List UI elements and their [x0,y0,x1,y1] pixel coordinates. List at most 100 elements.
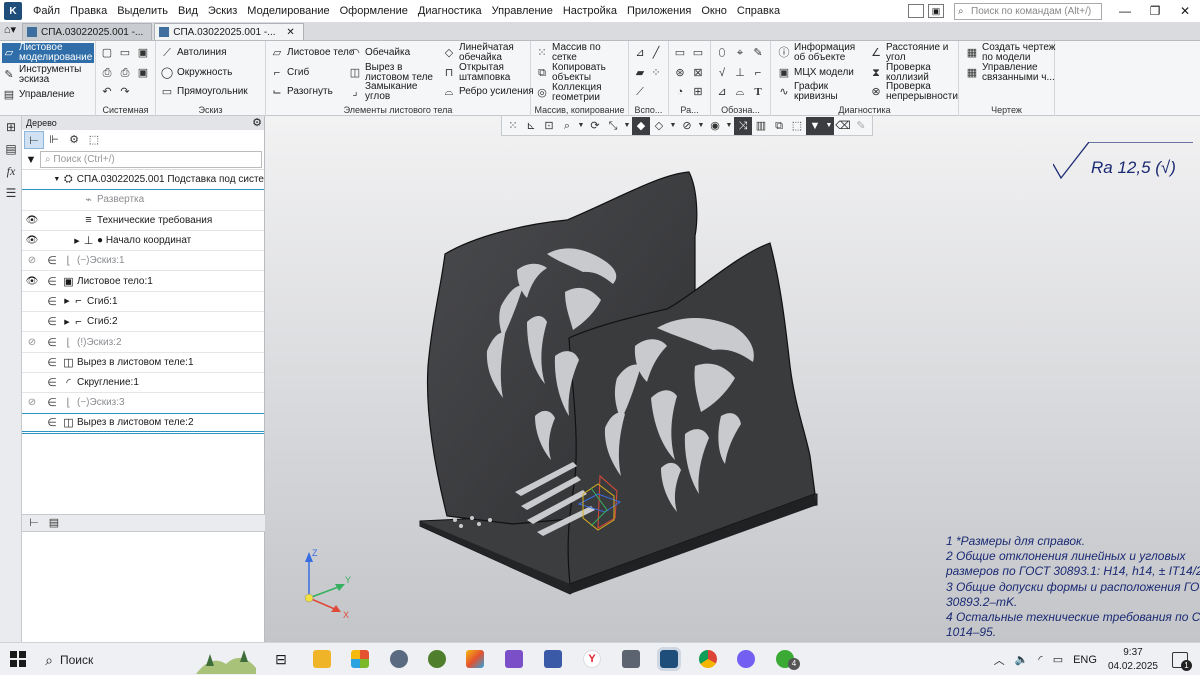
linked-drawings-button[interactable]: ▦ Управление связанными ч... [965,63,1056,83]
document-tab-2[interactable]: СПА.03022025.001 -... ✕ [154,23,304,40]
menu-sketch[interactable]: Эскиз [203,0,242,22]
microsoft-store-icon[interactable] [351,650,369,668]
open-file-icon[interactable]: ▭ [118,46,132,60]
rectangle-button[interactable]: ▭ Прямоугольник [160,85,248,99]
corner-closure-button[interactable]: ⌟ Замыкание углов [348,82,425,102]
tree-row[interactable]: ∈ ◫ Вырез в листовом теле:2 [22,414,264,434]
layout-toggle-icon[interactable]: ▣ [928,4,944,18]
3d-viewport[interactable]: ⁙ ⊾ ⊡ ⌕ ▼ ⟳ ⤡ ▼ ◆ ◇ ▼ ⊘ ▼ ◉ ▼ ⤨ ▥ ⧉ ⬚ ▼ … [265,116,1200,642]
menu-edit[interactable]: Правка [65,0,112,22]
tree-row[interactable]: 👁 ∈ ▣ Листовое тело:1 [22,271,264,292]
mass-properties-button[interactable]: ▣ МЦХ модели [777,66,854,80]
dimension-2-icon[interactable]: ▭ [691,46,705,60]
tree-row[interactable]: ⊘ ∈ ⌊ (−)Эскиз:1 [22,251,264,272]
curvature-graph-button[interactable]: ∿ График кривизны [777,82,850,102]
minimize-icon[interactable]: — [1110,0,1140,22]
print-preview-icon[interactable]: ⎙ [100,66,114,80]
eye-icon[interactable]: 👁 [22,235,42,246]
point-icon[interactable]: ⁘ [649,66,663,80]
copy-objects-button[interactable]: ⧉ Копировать объекты [535,63,622,83]
roughness-icon[interactable]: √ [715,66,729,80]
create-drawing-button[interactable]: ▦ Создать чертеж по модели [965,43,1056,63]
weld-icon[interactable]: ⊿ [715,85,729,99]
menu-diagnostics[interactable]: Диагностика [413,0,487,22]
menu-window[interactable]: Окно [696,0,732,22]
offset-plane-icon[interactable]: ▰ [633,66,647,80]
menu-applications[interactable]: Приложения [622,0,696,22]
document-tab-1[interactable]: СПА.03022025.001 -... [22,23,153,40]
line-icon[interactable]: ⟋ [633,85,647,99]
base-icon[interactable]: ⊥ [733,66,747,80]
eye-hidden-icon[interactable]: ⊘ [22,397,42,408]
kompas-app-icon[interactable] [657,647,681,671]
viber-icon[interactable] [737,650,755,668]
collapse-arrow-icon[interactable]: ▼ [52,176,62,183]
panel-toggle-icon[interactable] [908,4,924,18]
menu-select[interactable]: Выделить [112,0,173,22]
properties-panel-icon[interactable]: ▤ [0,138,22,160]
volume-icon[interactable]: 🔈 [1015,653,1029,666]
object-info-button[interactable]: ⓘ Информация об объекте [777,43,864,63]
tree-row[interactable]: ∈ ◫ Вырез в листовом теле:1 [22,353,264,373]
network-icon[interactable]: ◜ [1038,653,1042,666]
geometry-collection-button[interactable]: ◎ Коллекция геометрии [535,83,622,103]
chevron-up-icon[interactable]: ︿ [994,652,1005,668]
notifications-icon[interactable]: 1 [1172,651,1192,671]
print-icon[interactable]: ⎙ [118,66,132,80]
calculator-icon[interactable] [622,650,640,668]
eye-hidden-icon[interactable]: ⊘ [22,255,42,266]
chrome-icon[interactable] [699,650,717,668]
eye-icon[interactable]: 👁 [22,276,42,287]
windows-start-icon[interactable] [10,651,26,667]
tree-search-input[interactable]: ⌕ Поиск (Ctrl+/) [40,151,262,168]
save-app-icon[interactable] [544,650,562,668]
sheet-cut-button[interactable]: ◫ Вырез в листовом теле [348,63,445,83]
pen-icon[interactable]: ✎ [751,46,765,60]
structure-view-icon[interactable]: ⊢ [24,131,44,149]
open-stamping-button[interactable]: ⊓ Открытая штамповка [442,63,519,83]
variables-panel-icon[interactable]: fx [0,160,22,182]
mark-icon[interactable]: ⬯ [715,46,729,60]
menu-modeling[interactable]: Моделирование [242,0,334,22]
angular-dimension-icon[interactable]: ⊛ [673,66,687,80]
tree-row[interactable]: ∈ ◜ Скругление:1 [22,373,264,394]
camera-app-icon[interactable] [390,650,408,668]
eye-hidden-icon[interactable]: ⊘ [22,337,42,348]
properties-list-icon[interactable]: ▤ [44,514,64,532]
bend-button[interactable]: ⌐ Сгиб [270,66,309,80]
dimension-6-icon[interactable]: ⊞ [691,85,705,99]
mode-sheet-modeling[interactable]: ▱ Листовое моделирование [2,43,94,63]
tree-row[interactable]: 👁 ▶ ⊥ ● Начало координат [22,231,264,252]
dimension-4-icon[interactable]: ⊠ [691,66,705,80]
plane-icon[interactable]: ⊿ [633,46,647,60]
tree-panel-icon[interactable]: ⊞ [0,116,22,138]
file-explorer-icon[interactable] [313,650,331,668]
stiffener-button[interactable]: ⌓ Ребро усиления [442,85,534,99]
circle-button[interactable]: ◯ Окружность [160,66,232,80]
menu-view[interactable]: Вид [173,0,203,22]
unbend-button[interactable]: ⌙ Разогнуть [270,85,332,99]
tolerance-icon[interactable]: ⌓ [733,85,747,99]
tree-row[interactable]: ⊘ ∈ ⌊ (!)Эскиз:2 [22,332,264,353]
linear-dimension-icon[interactable]: ▭ [673,46,687,60]
autoline-button[interactable]: ⟋ Автолиния [160,46,226,60]
components-view-icon[interactable]: ⚙ [64,131,84,149]
input-language[interactable]: ENG [1073,654,1097,666]
distance-angle-button[interactable]: ∠ Расстояние и угол [869,43,956,63]
ruled-shell-button[interactable]: ◇ Линейчатая обечайка [442,43,519,63]
eye-icon[interactable]: 👁 [22,215,42,226]
mode-sketch-tools[interactable]: ✎ Инструменты эскиза [2,65,94,85]
axis-icon[interactable]: ╱ [649,46,663,60]
layers-panel-icon[interactable]: ☰ [0,182,22,204]
grid-array-button[interactable]: ⁙ Массив по сетке [535,43,622,63]
sequence-view-icon[interactable]: ⊩ [44,131,64,149]
sheet-body-button[interactable]: ▱ Листовое тело [270,46,355,60]
taskbar-search[interactable]: ⌕ Поиск [38,649,258,674]
redo-icon[interactable]: ↷ [118,85,132,99]
app-emblem-icon[interactable] [428,650,446,668]
menu-settings[interactable]: Настройка [558,0,622,22]
tree-row[interactable]: ∈ ▶ ⌐ Сгиб:2 [22,312,264,333]
menu-help[interactable]: Справка [732,0,785,22]
tree-row[interactable]: ⊘ ∈ ⌊ (−)Эскиз:3 [22,393,264,414]
mode-management[interactable]: ▤ Управление [2,87,94,103]
